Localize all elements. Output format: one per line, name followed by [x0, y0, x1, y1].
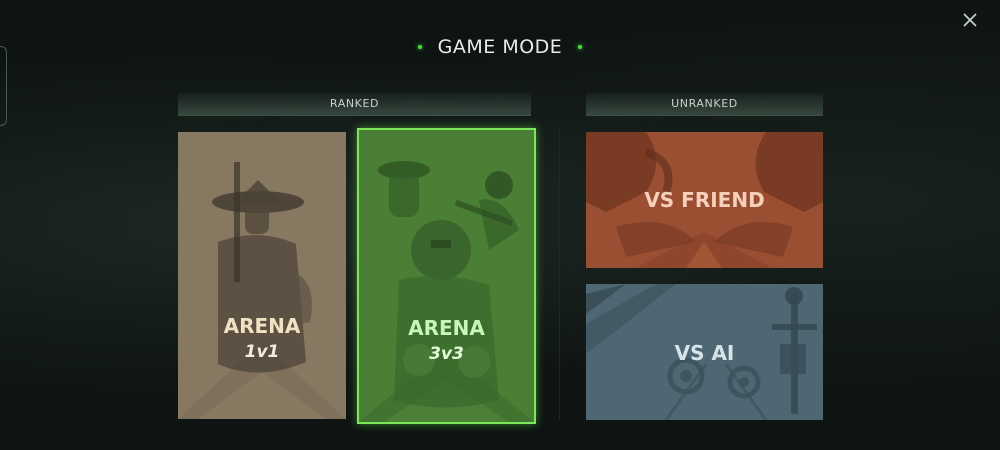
side-drawer-handle[interactable]	[0, 46, 7, 126]
ranked-section-header: RANKED	[178, 93, 531, 116]
arena-1v1-title: ARENA	[223, 314, 301, 338]
vs-ai-title: VS AI	[674, 341, 735, 365]
page-title: GAME MODE	[437, 36, 563, 58]
title-left-dot-icon	[417, 45, 422, 49]
game-mode-screen: GAME MODE RANKED UNRANKED ARENA 1v1 AREN…	[0, 0, 1000, 450]
close-icon	[963, 13, 977, 27]
vs-friend-title: VS FRIEND	[644, 188, 765, 212]
arena-3v3-title: ARENA	[408, 316, 485, 340]
section-divider	[559, 128, 560, 420]
title-right-dot-icon	[578, 45, 583, 49]
title-bar: GAME MODE	[0, 34, 1000, 58]
team-heroes-artwork	[359, 161, 534, 422]
ranked-section-label: RANKED	[329, 97, 380, 110]
ronin-warrior-artwork	[178, 162, 346, 419]
mode-card-arena-3v3[interactable]: ARENA 3v3	[357, 128, 536, 424]
mode-card-arena-1v1[interactable]: ARENA 1v1	[178, 132, 346, 419]
mode-card-vs-ai[interactable]: VS AI	[586, 284, 823, 420]
mode-card-vs-friend[interactable]: VS FRIEND	[586, 132, 823, 268]
unranked-section-label: UNRANKED	[671, 97, 738, 110]
arena-3v3-subtitle: 3v3	[429, 344, 464, 364]
arena-1v1-subtitle: 1v1	[244, 342, 280, 362]
unranked-section-header: UNRANKED	[586, 93, 823, 116]
close-button[interactable]	[958, 8, 982, 32]
